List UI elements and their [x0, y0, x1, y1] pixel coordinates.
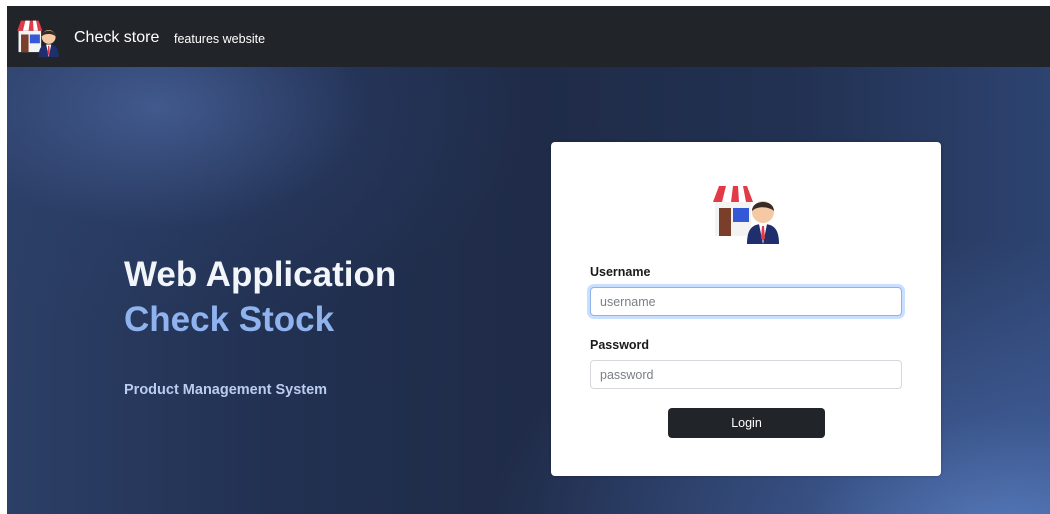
app-frame: Check store features website Web Applica… [7, 6, 1050, 514]
hero-title-line2: Check Stock [124, 300, 335, 339]
store-clerk-icon [713, 186, 779, 244]
navbar: Check store features website [7, 6, 1050, 67]
features-link[interactable]: features website [174, 31, 265, 47]
store-clerk-icon[interactable] [16, 16, 60, 58]
username-input[interactable] [590, 287, 902, 316]
brand-name[interactable]: Check store [74, 28, 159, 48]
login-card: Username Password Login [551, 142, 941, 476]
hero-section: Web Application Check Stock Product Mana… [7, 67, 1050, 514]
login-button[interactable]: Login [668, 408, 825, 438]
password-label: Password [590, 338, 650, 352]
hero-title-line1: Web Application [124, 255, 397, 294]
password-input[interactable] [590, 360, 902, 389]
username-label: Username [590, 265, 651, 279]
hero-subtitle: Product Management System [124, 382, 328, 398]
